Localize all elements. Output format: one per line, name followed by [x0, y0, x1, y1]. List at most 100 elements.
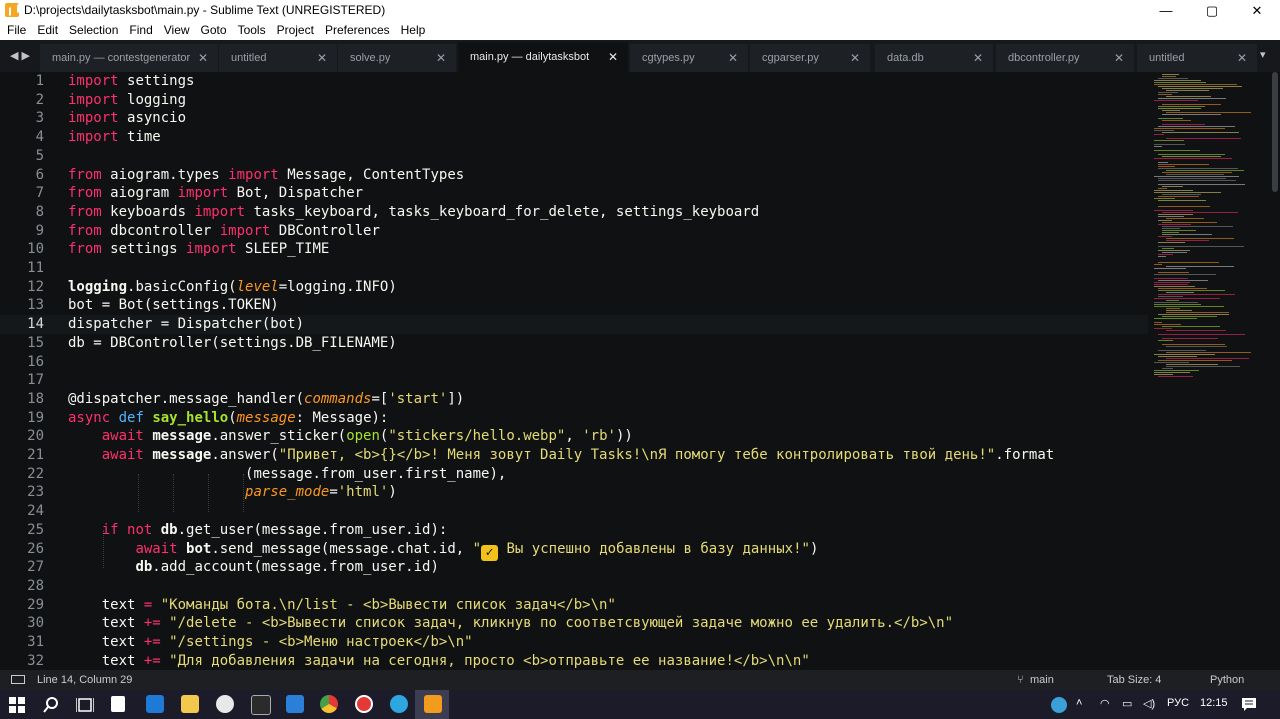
windows-start-icon[interactable]	[9, 697, 25, 713]
tab-untitled[interactable]: untitled ✕	[219, 44, 337, 72]
file-explorer-icon[interactable]	[181, 695, 199, 713]
minimap-line	[1154, 198, 1175, 199]
minimap-line	[1158, 154, 1225, 155]
search-icon[interactable]	[43, 696, 60, 713]
line-number: 13	[27, 297, 44, 314]
minimap-line	[1158, 334, 1245, 335]
scrollbar-thumb[interactable]	[1272, 72, 1278, 192]
task-view-icon[interactable]	[76, 697, 94, 713]
line-number: 20	[27, 428, 44, 445]
telegram-icon[interactable]	[390, 695, 408, 713]
line-number: 2	[35, 91, 44, 108]
minimap[interactable]	[1150, 72, 1270, 670]
tab-overflow-chevron-icon[interactable]: ▾	[1260, 48, 1266, 61]
volume-icon[interactable]: ◁)	[1143, 697, 1155, 710]
tab-dbcontroller[interactable]: dbcontroller.py ✕	[996, 44, 1134, 72]
code-editor[interactable]: 1 2 3 4 5 6 7 8 9 10 11 12 13 14 15 16 17 18 19 20 21 22 23 24 2…	[0, 72, 1280, 670]
minimap-line	[1158, 296, 1183, 297]
tab-cgtypes[interactable]: cgtypes.py ✕	[630, 44, 748, 72]
menu-selection[interactable]: Selection	[65, 21, 122, 40]
chrome-icon[interactable]	[320, 695, 338, 713]
minimap-line	[1162, 110, 1180, 111]
menu-edit[interactable]: Edit	[33, 21, 62, 40]
minimap-line	[1158, 262, 1219, 263]
minimap-line	[1158, 272, 1189, 273]
minimap-line	[1166, 266, 1234, 267]
menu-file[interactable]: File	[3, 21, 30, 40]
minimap-line	[1162, 172, 1232, 173]
terminal-icon[interactable]	[251, 695, 271, 715]
code-line-19: async def say_hello(message: Message):	[68, 409, 389, 426]
close-tab-icon[interactable]: ✕	[973, 44, 983, 72]
close-tab-icon[interactable]: ✕	[1114, 44, 1124, 72]
network-globe-icon[interactable]	[1051, 697, 1067, 713]
menu-view[interactable]: View	[160, 21, 194, 40]
tab-data-db[interactable]: data.db ✕	[875, 44, 993, 72]
tab-navigation-arrows[interactable]: ◀ ▶	[0, 40, 40, 72]
minimap-line	[1158, 86, 1242, 87]
minimap-line	[1158, 106, 1205, 107]
minimap-line	[1166, 238, 1234, 239]
menu-help[interactable]: Help	[397, 21, 430, 40]
panel-toggle-icon[interactable]	[11, 675, 25, 684]
maximize-button[interactable]: ▢	[1189, 0, 1235, 21]
menu-goto[interactable]: Goto	[197, 21, 231, 40]
tab-main-dailytasksbot[interactable]: main.py — dailytasksbot ✕	[458, 42, 628, 72]
line-number: 12	[27, 278, 44, 295]
cursor-position[interactable]: Line 14, Column 29	[37, 670, 132, 690]
close-tab-icon[interactable]: ✕	[1237, 44, 1247, 72]
close-tab-icon[interactable]: ✕	[317, 44, 327, 72]
mail-icon[interactable]	[146, 695, 164, 713]
minimap-line	[1154, 274, 1216, 275]
menu-tools[interactable]: Tools	[234, 21, 270, 40]
vertical-scrollbar[interactable]	[1270, 72, 1280, 670]
code-line-23: parse_mode='html')	[245, 484, 397, 501]
syntax-mode[interactable]: Python	[1210, 670, 1244, 690]
obs-record-icon[interactable]	[216, 695, 234, 713]
line-number: 18	[27, 390, 44, 407]
tab-untitled-2[interactable]: untitled ✕	[1137, 44, 1257, 72]
tray-overflow-chevron-icon[interactable]: ˄	[1076, 697, 1082, 709]
close-tab-icon[interactable]: ✕	[728, 44, 738, 72]
clock[interactable]: 12:15	[1200, 697, 1228, 709]
minimap-line	[1154, 82, 1206, 83]
line-number: 3	[35, 110, 44, 127]
minimap-line	[1166, 90, 1209, 91]
todo-checkmark-icon[interactable]	[286, 695, 304, 713]
git-branch[interactable]: main	[1030, 670, 1054, 690]
minimap-line	[1166, 218, 1204, 219]
code-line-32: text += "Для добавления задачи на сегодн…	[101, 652, 810, 669]
tab-size[interactable]: Tab Size: 4	[1107, 670, 1161, 690]
sublime-text-taskbar-icon[interactable]	[424, 695, 442, 713]
close-tab-icon[interactable]: ✕	[436, 44, 446, 72]
minimap-line	[1154, 80, 1201, 81]
minimap-line	[1158, 126, 1235, 127]
close-button[interactable]: ✕	[1234, 0, 1280, 21]
minimap-line	[1162, 222, 1217, 223]
keyboard-language[interactable]: РУС	[1167, 697, 1189, 709]
tab-cgparser[interactable]: cgparser.py ✕	[750, 44, 870, 72]
menu-project[interactable]: Project	[273, 21, 318, 40]
minimap-line	[1154, 328, 1172, 329]
store-bag-icon[interactable]	[111, 696, 125, 712]
battery-icon[interactable]: ▭	[1122, 697, 1132, 710]
notifications-icon[interactable]	[1241, 696, 1257, 712]
line-number: 11	[27, 260, 44, 276]
tab-main-contestgenerator[interactable]: main.py — contestgenerator ✕	[40, 44, 218, 72]
menu-preferences[interactable]: Preferences	[321, 21, 394, 40]
close-tab-icon[interactable]: ✕	[198, 44, 208, 72]
wifi-icon[interactable]: ◠	[1100, 697, 1110, 710]
close-tab-icon[interactable]: ✕	[608, 42, 618, 72]
minimap-line	[1162, 326, 1220, 327]
tab-solve[interactable]: solve.py ✕	[338, 44, 456, 72]
minimap-line	[1154, 284, 1188, 285]
minimize-button[interactable]: —	[1143, 0, 1189, 21]
line-number-gutter: 1 2 3 4 5 6 7 8 9 10 11 12 13 14 15 16 17 18 19 20 21 22 23 24 2…	[0, 72, 52, 670]
minimap-line	[1154, 192, 1221, 193]
close-tab-icon[interactable]: ✕	[850, 44, 860, 72]
record-icon[interactable]	[355, 695, 373, 713]
line-number: 8	[35, 203, 44, 220]
tab-label: main.py — contestgenerator	[52, 52, 191, 64]
minimap-line	[1158, 356, 1197, 357]
menu-find[interactable]: Find	[125, 21, 156, 40]
